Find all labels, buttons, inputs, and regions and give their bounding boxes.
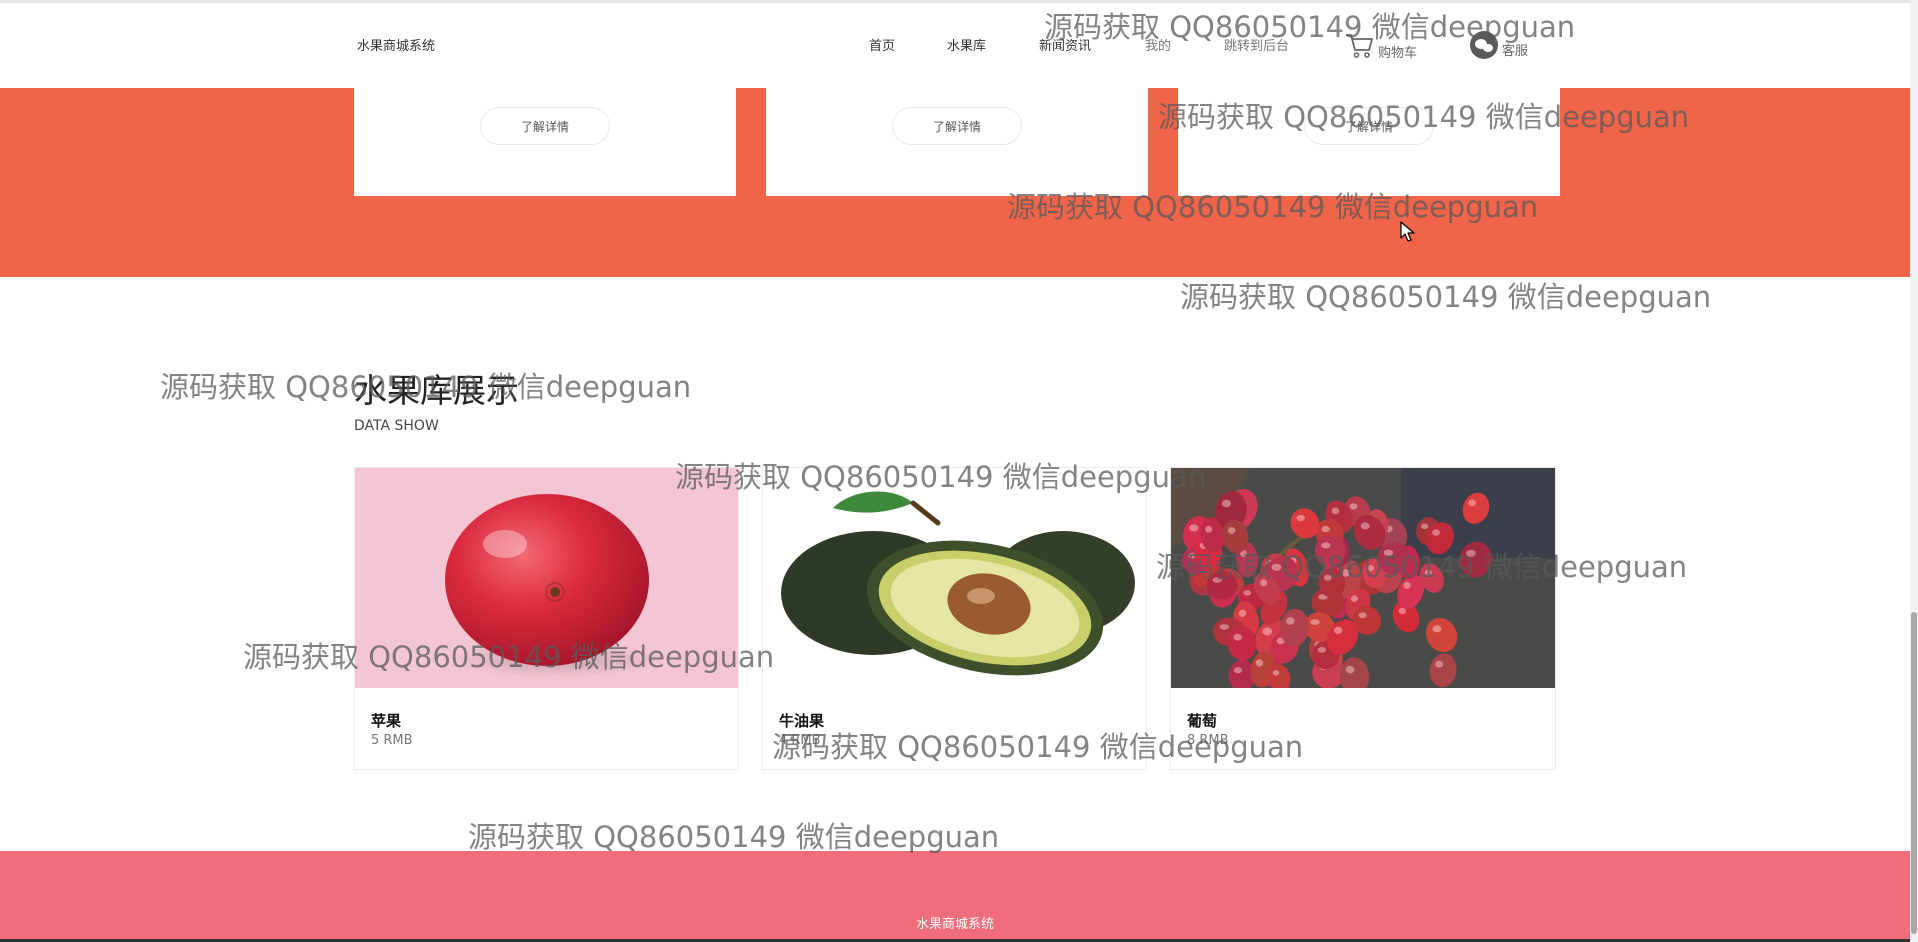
product-price: 8 RMB [1187, 733, 1229, 748]
site-brand[interactable]: 水果商城系统 [357, 35, 435, 54]
product-card-avocado[interactable]: 牛油果 4 RMB [762, 467, 1147, 770]
nav-item-home[interactable]: 首页 [869, 35, 895, 54]
nav-item-mine[interactable]: 我的 [1145, 35, 1171, 54]
nav-item-admin[interactable]: 跳转到后台 [1224, 35, 1289, 54]
feature-card: 了解详情 [354, 88, 736, 196]
section-title: 水果库展示 [354, 371, 519, 410]
section-subtitle: DATA SHOW [354, 418, 439, 434]
product-image-avocado[interactable] [763, 468, 1146, 688]
watermark-text: 源码获取 QQ86050149 微信deepguan [1180, 280, 1712, 314]
customer-service-link[interactable]: 客服 [1470, 31, 1528, 59]
feature-card: 了解详情 [1178, 88, 1560, 196]
service-label: 客服 [1502, 43, 1529, 59]
cart-label: 购物车 [1378, 45, 1418, 61]
nav-item-news[interactable]: 新闻资讯 [1039, 35, 1091, 54]
page: 水果商城系统 首页 水果库 新闻资讯 我的 跳转到后台 购物车 客服 了解详情 … [0, 0, 1918, 942]
learn-more-button[interactable]: 了解详情 [480, 107, 610, 145]
product-image-grape[interactable] [1171, 468, 1555, 688]
learn-more-button[interactable]: 了解详情 [892, 107, 1022, 145]
cart-icon [1344, 31, 1374, 63]
product-card-apple[interactable]: 苹果 5 RMB [354, 467, 739, 770]
product-name[interactable]: 苹果 [371, 710, 401, 731]
footer-text: 水果商城系统 [915, 917, 994, 932]
wechat-icon [1470, 31, 1498, 59]
product-name[interactable]: 葡萄 [1187, 710, 1217, 731]
cart-link[interactable]: 购物车 [1344, 31, 1417, 63]
product-price: 5 RMB [371, 733, 413, 748]
product-card-grape[interactable]: 葡萄 8 RMB [1170, 467, 1556, 770]
scrollbar-thumb[interactable] [1911, 612, 1917, 934]
page-footer: 水果商城系统 [0, 851, 1910, 942]
product-image-apple[interactable] [355, 468, 738, 688]
feature-card: 了解详情 [766, 88, 1148, 196]
product-name[interactable]: 牛油果 [779, 710, 824, 731]
watermark-text: 源码获取 QQ86050149 微信deepguan [468, 820, 1000, 854]
nav-item-fruit-library[interactable]: 水果库 [947, 35, 986, 54]
top-navbar: 水果商城系统 首页 水果库 新闻资讯 我的 跳转到后台 购物车 客服 [0, 0, 1910, 88]
product-price: 4 RMB [779, 733, 821, 748]
learn-more-button[interactable]: 了解详情 [1304, 107, 1434, 145]
